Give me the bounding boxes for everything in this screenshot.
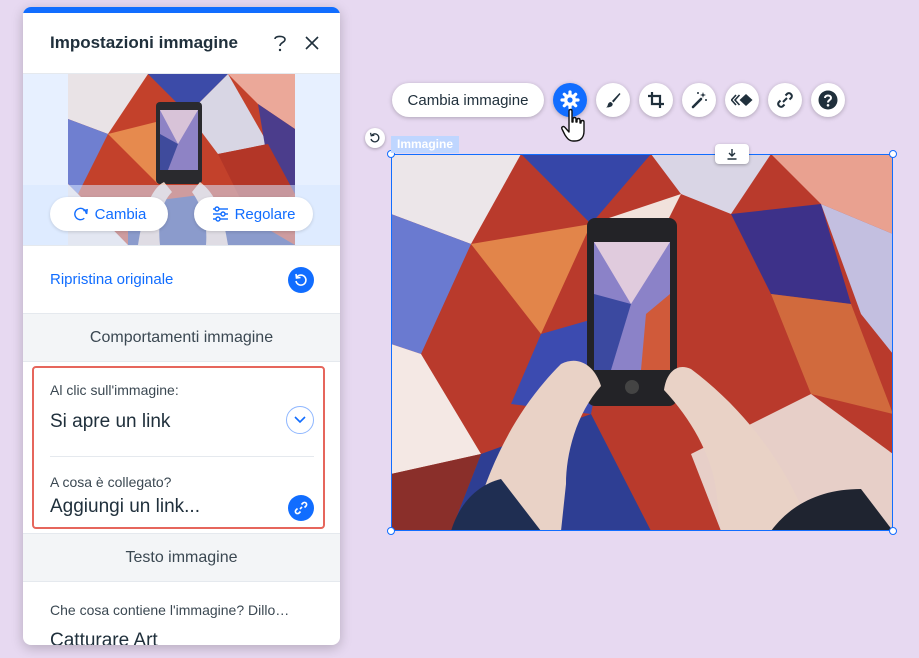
field-divider: [50, 456, 314, 457]
download-icon: [727, 149, 737, 160]
resize-handle-bottom-left[interactable]: [387, 527, 395, 535]
link-icon: [294, 501, 308, 515]
brush-icon: [606, 93, 621, 108]
magic-wand-icon: [691, 92, 707, 109]
behaviors-section-header: Comportamenti immagine: [23, 314, 340, 362]
undo-icon: [295, 273, 307, 286]
link-button[interactable]: [768, 83, 802, 117]
click-behavior-block: Al clic sull'immagine: Si apre un link A…: [23, 362, 340, 534]
restore-original-button[interactable]: [288, 266, 314, 293]
animation-button[interactable]: [725, 83, 759, 117]
alt-text-input[interactable]: Catturare Art: [50, 630, 158, 645]
alt-text-label: Che cosa contiene l'immagine? Dillo…: [50, 602, 290, 618]
refresh-icon: [73, 207, 88, 220]
element-type-tag: Immagine: [391, 136, 460, 153]
close-button[interactable]: [296, 27, 328, 59]
alt-text-block: Che cosa contiene l'immagine? Dillo… Cat…: [23, 582, 340, 645]
change-image-button[interactable]: Cambia immagine: [392, 83, 544, 117]
rotate-button[interactable]: [365, 128, 385, 148]
close-icon: [305, 36, 319, 50]
resize-handle-bottom-right[interactable]: [889, 527, 897, 535]
download-button[interactable]: [715, 144, 749, 164]
enhance-button[interactable]: [682, 83, 716, 117]
resize-handle-top-right[interactable]: [889, 150, 897, 158]
hand-pointer-cursor-icon: [561, 108, 585, 142]
animation-icon: [731, 94, 753, 106]
add-link-button[interactable]: [288, 495, 314, 521]
panel-title: Impostazioni immagine: [50, 33, 238, 52]
click-action-dropdown-toggle[interactable]: [286, 406, 314, 434]
panel-header: Impostazioni immagine: [23, 13, 340, 74]
click-action-label: Al clic sull'immagine:: [50, 382, 179, 398]
crop-icon: [648, 92, 664, 108]
restore-original-row: Ripristina originale: [23, 246, 340, 314]
rotate-icon: [369, 132, 380, 143]
chevron-down-icon: [294, 416, 306, 424]
help-icon: [818, 90, 838, 110]
sliders-icon: [212, 206, 228, 222]
link-icon: [777, 92, 793, 108]
change-image-pill-button[interactable]: Cambia: [50, 197, 168, 231]
adjust-image-pill-button[interactable]: Regolare: [194, 197, 313, 231]
image-preview: Cambia Regolare: [23, 74, 340, 246]
selection-frame: [391, 154, 893, 531]
image-settings-panel: Impostazioni immagine Cambia Regolare Ri…: [23, 7, 340, 645]
crop-button[interactable]: [639, 83, 673, 117]
question-mark-icon: [274, 35, 286, 52]
alt-text-section-header: Testo immagine: [23, 534, 340, 582]
help-toolbar-button[interactable]: [811, 83, 845, 117]
change-label: Cambia: [94, 205, 147, 223]
link-target-label: A cosa è collegato?: [50, 474, 172, 490]
help-button[interactable]: [264, 27, 296, 59]
add-link-field[interactable]: Aggiungi un link...: [50, 496, 200, 518]
settings-gear-icon: [560, 90, 580, 110]
design-button[interactable]: [596, 83, 630, 117]
adjust-label: Regolare: [234, 205, 296, 223]
restore-original-link[interactable]: Ripristina originale: [50, 271, 288, 288]
click-action-dropdown[interactable]: Si apre un link: [50, 411, 170, 433]
